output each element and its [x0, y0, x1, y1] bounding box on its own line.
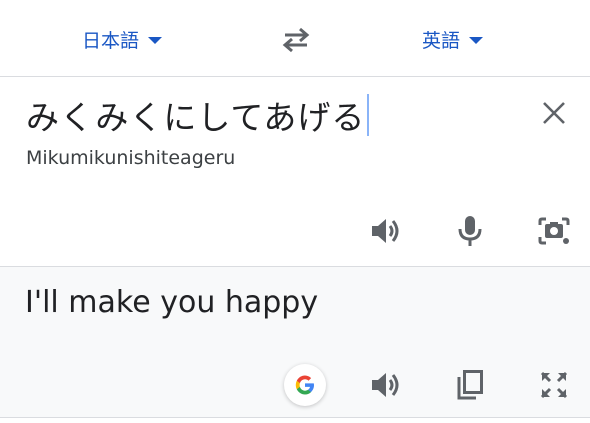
close-icon: [543, 102, 565, 124]
caret-down-icon: [148, 37, 163, 44]
copy-icon: [457, 370, 483, 400]
google-icon: [295, 375, 314, 395]
clear-input-button[interactable]: [536, 95, 572, 131]
source-panel: みくみくにしてあげる Mikumikunishiteageru: [0, 77, 590, 267]
text-cursor: [367, 94, 370, 136]
camera-icon: [538, 217, 570, 245]
caret-down-icon: [469, 37, 484, 44]
source-text: みくみくにしてあげる: [26, 98, 366, 137]
source-language-selector[interactable]: 日本語: [82, 24, 163, 54]
speaker-icon: [372, 219, 399, 243]
language-bar: 日本語 英語: [0, 0, 590, 77]
swap-arrows-icon: [282, 27, 310, 53]
swap-languages-button[interactable]: [276, 22, 316, 58]
target-language-selector[interactable]: 英語: [422, 24, 484, 54]
voice-input-button[interactable]: [450, 211, 490, 251]
result-panel: I'll make you happy: [0, 267, 590, 418]
listen-translation-button[interactable]: [366, 365, 406, 405]
camera-input-button[interactable]: [534, 211, 574, 251]
microphone-icon: [458, 216, 482, 246]
target-language-label: 英語: [422, 29, 461, 52]
source-input[interactable]: みくみくにしてあげる: [26, 91, 370, 139]
listen-source-button[interactable]: [366, 211, 406, 251]
translation-text: I'll make you happy: [25, 285, 319, 320]
speaker-icon: [372, 373, 399, 397]
fullscreen-icon: [540, 371, 568, 399]
source-romanization: Mikumikunishiteageru: [26, 147, 236, 169]
source-language-label: 日本語: [82, 29, 140, 52]
fullscreen-button[interactable]: [534, 365, 574, 405]
google-search-button[interactable]: [284, 364, 326, 406]
copy-translation-button[interactable]: [450, 365, 490, 405]
